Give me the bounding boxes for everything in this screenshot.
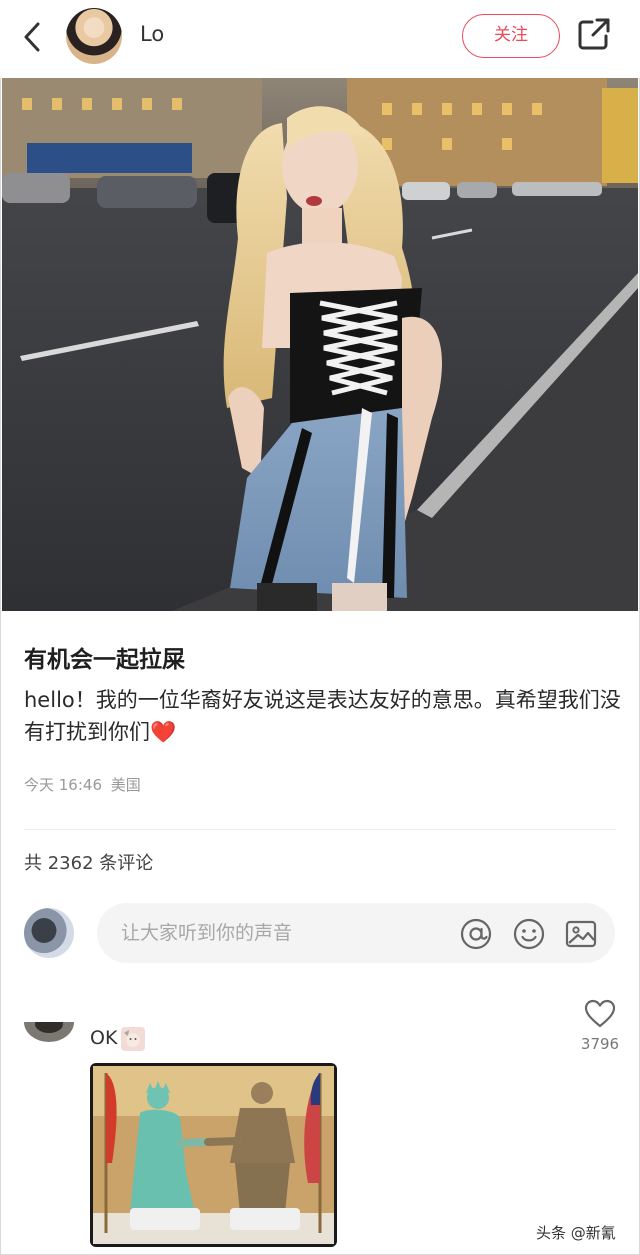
- post-body: hello！我的一位华裔好友说这是表达友好的意思。真希望我们没有打扰到你们❤️: [24, 688, 621, 744]
- author-avatar[interactable]: [66, 8, 122, 64]
- sticker-emoji-icon: [121, 1027, 145, 1051]
- post-time: 今天 16:46: [24, 776, 102, 794]
- post-title: 有机会一起拉屎: [24, 647, 185, 673]
- comment-input[interactable]: [121, 903, 451, 963]
- like-count: 3796: [580, 1035, 620, 1053]
- heart-icon[interactable]: [584, 998, 616, 1030]
- at-icon[interactable]: [459, 917, 493, 951]
- commenter-avatar[interactable]: [24, 1022, 74, 1044]
- top-bar: Lo 关注: [0, 0, 640, 78]
- my-avatar: [24, 908, 74, 958]
- back-arrow-icon[interactable]: [18, 18, 50, 56]
- share-icon[interactable]: [576, 16, 612, 52]
- author-name[interactable]: Lo: [140, 22, 164, 46]
- post-meta: 今天 16:46 美国: [24, 774, 141, 795]
- watermark: 头条 @新氰: [536, 1224, 616, 1242]
- comment-image[interactable]: [90, 1063, 337, 1247]
- follow-button[interactable]: 关注: [462, 14, 560, 58]
- comment-count: 共 2362 条评论: [24, 853, 154, 874]
- divider: [24, 829, 616, 830]
- post-location: 美国: [110, 776, 141, 794]
- emoji-icon[interactable]: [512, 917, 546, 951]
- image-icon[interactable]: [564, 917, 598, 951]
- comment-input-box[interactable]: [97, 903, 615, 963]
- comment-text: OK: [90, 1027, 118, 1049]
- post-photo[interactable]: [2, 78, 638, 611]
